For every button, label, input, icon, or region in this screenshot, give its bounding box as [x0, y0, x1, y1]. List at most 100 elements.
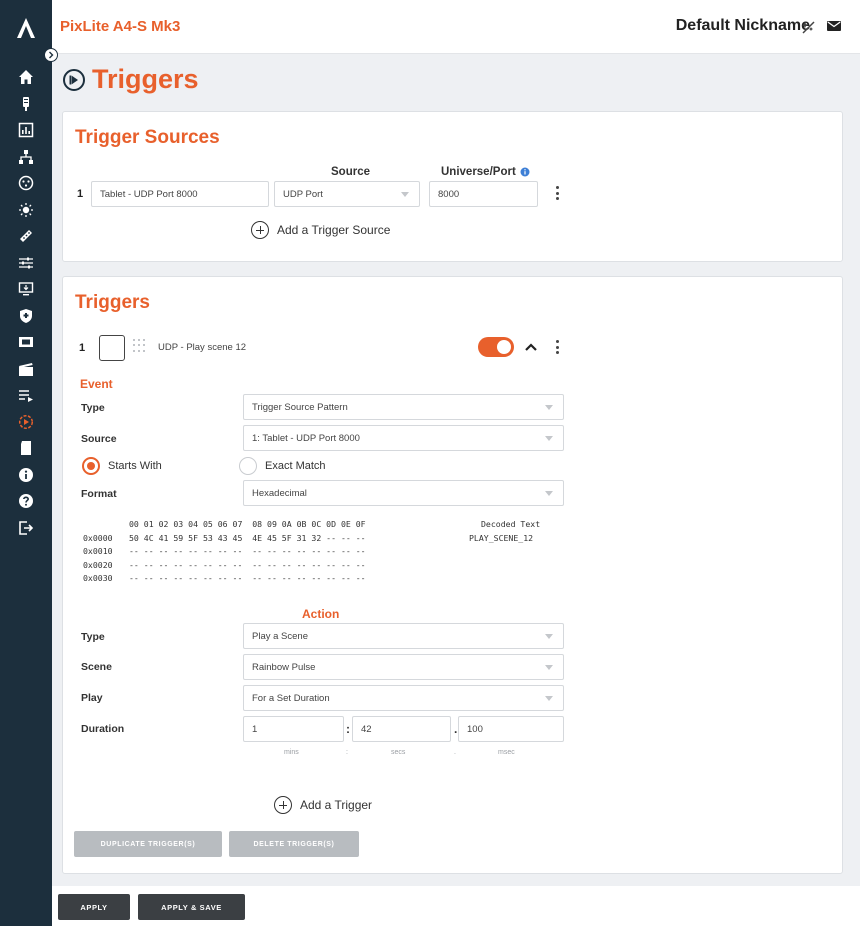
chevron-up-icon[interactable] [524, 342, 538, 352]
hex-row[interactable]: -- -- -- -- -- -- -- -- -- -- -- -- -- -… [129, 572, 366, 586]
event-type-value: Trigger Source Pattern [252, 401, 348, 413]
network-icon[interactable] [0, 144, 52, 171]
chevron-down-icon [545, 634, 553, 639]
drag-handle-icon[interactable] [133, 339, 147, 353]
chevron-down-icon [545, 405, 553, 410]
light-icon[interactable] [0, 197, 52, 224]
logout-icon[interactable] [0, 515, 52, 542]
hex-column-header: 00 01 02 03 04 05 06 07 08 09 0A 0B 0C 0… [129, 519, 366, 529]
msec-caption: msec [498, 749, 515, 756]
col-source-header: Source [331, 166, 370, 178]
device-name: PixLite A4-S Mk3 [60, 18, 181, 35]
event-format-select[interactable]: Hexadecimal [243, 480, 564, 506]
apply-button[interactable]: APPLY [58, 894, 130, 920]
action-duration-label: Duration [81, 723, 125, 735]
action-scene-value: Rainbow Pulse [252, 661, 316, 673]
trigger-name[interactable]: UDP - Play scene 12 [158, 342, 246, 353]
help-icon[interactable] [0, 488, 52, 515]
add-trigger-source-button[interactable]: Add a Trigger Source [251, 221, 390, 239]
triggers-title: Triggers [75, 292, 150, 313]
film-icon[interactable] [0, 329, 52, 356]
sidebar [0, 0, 52, 926]
match-exact-label: Exact Match [265, 460, 326, 472]
home-icon[interactable] [0, 64, 52, 91]
trigger-row-number: 1 [79, 342, 86, 354]
match-exact-radio[interactable]: Exact Match [239, 457, 326, 475]
sidebar-collapse-button[interactable] [44, 48, 58, 62]
stats-icon[interactable] [0, 117, 52, 144]
dot-caption: . [454, 749, 456, 756]
duration-msec-input[interactable]: 100 [458, 716, 564, 742]
mins-caption: mins [284, 749, 299, 756]
source-row-number: 1 [77, 188, 84, 200]
radio-unselected-icon [239, 457, 257, 475]
action-section-title: Action [302, 607, 340, 621]
event-source-select[interactable]: 1: Tablet - UDP Port 8000 [243, 425, 564, 451]
event-type-select[interactable]: Trigger Source Pattern [243, 394, 564, 420]
source-name-input[interactable]: Tablet - UDP Port 8000 [91, 181, 269, 207]
duplicate-triggers-button[interactable]: DUPLICATE TRIGGER(S) [74, 831, 222, 857]
sliders-icon[interactable] [0, 250, 52, 277]
shield-icon[interactable] [0, 303, 52, 330]
hex-offset: 0x0030 [83, 573, 113, 583]
match-starts-with-radio[interactable]: Starts With [82, 457, 162, 475]
chevron-down-icon [401, 192, 409, 197]
clapper-icon[interactable] [0, 356, 52, 383]
action-scene-select[interactable]: Rainbow Pulse [243, 654, 564, 680]
triggers-icon[interactable] [0, 409, 52, 436]
event-source-value: 1: Tablet - UDP Port 8000 [252, 432, 360, 444]
col-universe-header: Universe/Port [441, 166, 530, 178]
plus-circle-icon [274, 796, 292, 814]
hex-offset: 0x0000 [83, 532, 113, 543]
top-bar: PixLite A4-S Mk3 Default Nickname [52, 0, 860, 54]
playlist-icon[interactable] [0, 382, 52, 409]
decoded-text-row: PLAY_SCENE_12 [469, 532, 534, 543]
device-nickname[interactable]: Default Nickname [676, 17, 810, 35]
duration-mins-input[interactable]: 1 [243, 716, 344, 742]
radio-selected-icon [82, 457, 100, 475]
info-icon[interactable] [0, 462, 52, 489]
page-header: Triggers [62, 64, 199, 95]
hex-offset: 0x0010 [83, 546, 113, 556]
trigger-enable-toggle[interactable] [478, 337, 514, 357]
event-source-label: Source [81, 433, 117, 445]
hex-row[interactable]: 50 4C 41 59 5F 53 43 45 4E 45 5F 31 32 -… [129, 532, 366, 546]
action-play-label: Play [81, 692, 103, 704]
match-starts-with-label: Starts With [108, 460, 162, 472]
pixel-tape-icon[interactable] [0, 223, 52, 250]
chevron-down-icon [545, 665, 553, 670]
probe-icon[interactable] [0, 91, 52, 118]
advatek-logo[interactable] [0, 10, 52, 46]
action-play-select[interactable]: For a Set Duration [243, 685, 564, 711]
dmx-icon[interactable] [0, 170, 52, 197]
action-type-select[interactable]: Play a Scene [243, 623, 564, 649]
action-type-label: Type [81, 631, 105, 643]
source-row-menu-icon[interactable] [556, 186, 560, 200]
col-universe-label: Universe/Port [441, 166, 516, 178]
triggers-card: Triggers 1 UDP - Play scene 12 Event Typ… [62, 276, 843, 874]
universe-port-input[interactable]: 8000 [429, 181, 538, 207]
trigger-select-checkbox[interactable] [99, 335, 125, 361]
info-icon[interactable] [520, 167, 530, 177]
hex-offset: 0x0020 [83, 559, 113, 570]
triggers-title-icon [63, 68, 85, 91]
apply-and-save-button[interactable]: APPLY & SAVE [138, 894, 245, 920]
page-title: Triggers [92, 64, 199, 94]
hex-row[interactable]: -- -- -- -- -- -- -- -- -- -- -- -- -- -… [129, 545, 366, 559]
colon-caption: : [346, 749, 348, 756]
secs-caption: secs [391, 749, 406, 756]
event-section-title: Event [80, 377, 113, 391]
duration-secs-input[interactable]: 42 [352, 716, 451, 742]
chevron-down-icon [545, 436, 553, 441]
source-type-select[interactable]: UDP Port [274, 181, 420, 207]
decoded-text-header: Decoded Text [481, 519, 541, 529]
delete-triggers-button[interactable]: DELETE TRIGGER(S) [229, 831, 359, 857]
display-in-icon[interactable] [0, 276, 52, 303]
sd-card-icon[interactable] [0, 435, 52, 462]
mail-icon[interactable] [826, 19, 842, 33]
trigger-sources-card: Trigger Sources Source Universe/Port 1 T… [62, 111, 843, 262]
add-trigger-button[interactable]: Add a Trigger [274, 796, 372, 814]
hex-row[interactable]: -- -- -- -- -- -- -- -- -- -- -- -- -- -… [129, 559, 366, 573]
identify-icon[interactable] [800, 19, 816, 35]
trigger-row-menu-icon[interactable] [556, 340, 560, 354]
